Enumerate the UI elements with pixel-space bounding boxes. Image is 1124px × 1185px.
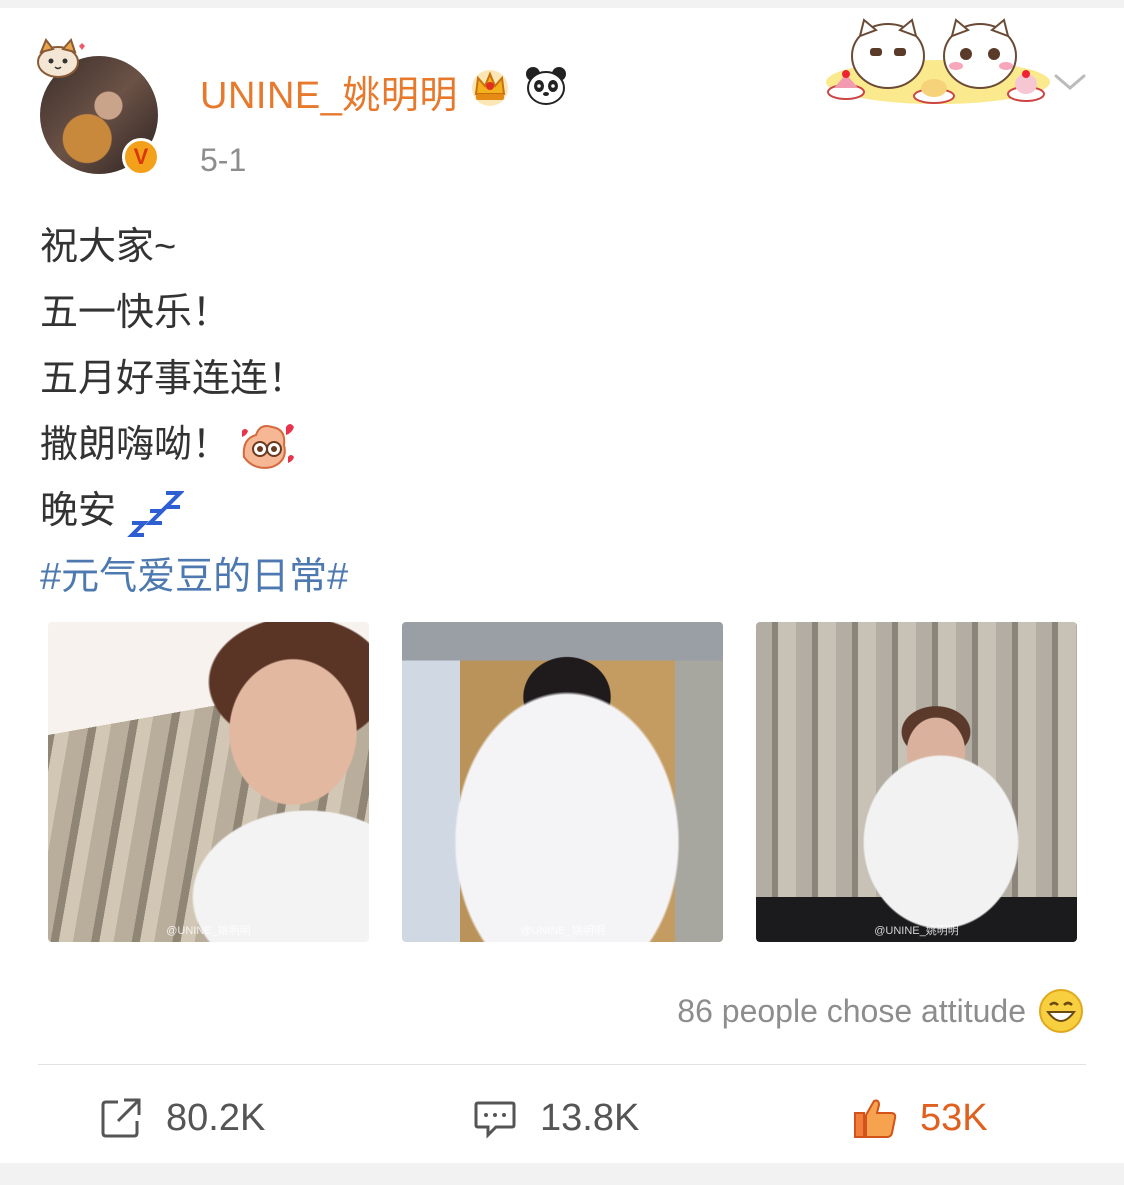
photo-watermark: @UNINE_姚明明 (520, 925, 605, 937)
author-badges (468, 64, 568, 108)
text-line: 祝大家~ (40, 214, 348, 280)
hashtag-link[interactable]: #元气爱豆的日常# (40, 544, 348, 610)
panda-badge-icon[interactable] (524, 64, 568, 108)
post-date: 5-1 (200, 142, 247, 178)
share-icon (101, 1098, 141, 1138)
weibo-post-card: V UNINE_姚明明 5-1 祝大家~ 五一快乐！ 五月好事连连！ 撒朗嗨呦！… (0, 8, 1124, 1163)
text-line-5: 晚安 (40, 490, 117, 532)
like-button[interactable]: 53K (852, 1088, 988, 1148)
comment-button[interactable]: 13.8K (472, 1088, 639, 1148)
post-text: 祝大家~ 五一快乐！ 五月好事连连！ 撒朗嗨呦！ 晚安 #元气爱豆的日常# (40, 214, 348, 610)
verified-badge: V (122, 138, 160, 176)
cats-eating-cake-sticker-icon (826, 18, 1050, 104)
text-line-1: 祝大家~ (40, 226, 177, 268)
text-line: 撒朗嗨呦！ (40, 412, 348, 478)
share-button[interactable]: 80.2K (98, 1088, 265, 1148)
attitude-summary[interactable]: 86 people chose attitude (677, 988, 1084, 1034)
text-line: 晚安 (40, 478, 348, 544)
divider (38, 1064, 1086, 1065)
author-avatar-group[interactable]: V (36, 38, 176, 178)
attitude-text: 86 people chose attitude (677, 992, 1026, 1029)
photo-watermark: @UNINE_姚明明 (166, 925, 251, 937)
text-line: 五一快乐！ (40, 280, 348, 346)
zzz-sleep-emoji-icon (127, 491, 185, 537)
text-line-4: 撒朗嗨呦！ (40, 424, 231, 466)
text-line-2: 五一快乐！ (40, 292, 231, 334)
like-count: 53K (920, 1096, 988, 1139)
cat-avatar-pendant-icon (37, 38, 85, 78)
author-username[interactable]: UNINE_姚明明 (200, 64, 458, 119)
crown-badge-icon[interactable] (468, 64, 512, 108)
heart-hands-emoji-icon (242, 424, 295, 469)
photo-watermark: @UNINE_姚明明 (874, 925, 959, 937)
post-photo-1[interactable]: @UNINE_姚明明 (48, 622, 369, 942)
chevron-down-icon[interactable] (1052, 70, 1088, 94)
share-count: 80.2K (166, 1096, 266, 1139)
post-photo-3[interactable]: @UNINE_姚明明 (756, 622, 1077, 942)
comment-icon (474, 1101, 516, 1139)
grinning-face-icon (1039, 989, 1083, 1033)
comment-count: 13.8K (540, 1096, 640, 1139)
post-photo-2[interactable]: @UNINE_姚明明 (402, 622, 723, 942)
text-line-3: 五月好事连连！ (40, 358, 307, 400)
thumbs-up-icon (854, 1099, 897, 1138)
text-line: 五月好事连连！ (40, 346, 348, 412)
